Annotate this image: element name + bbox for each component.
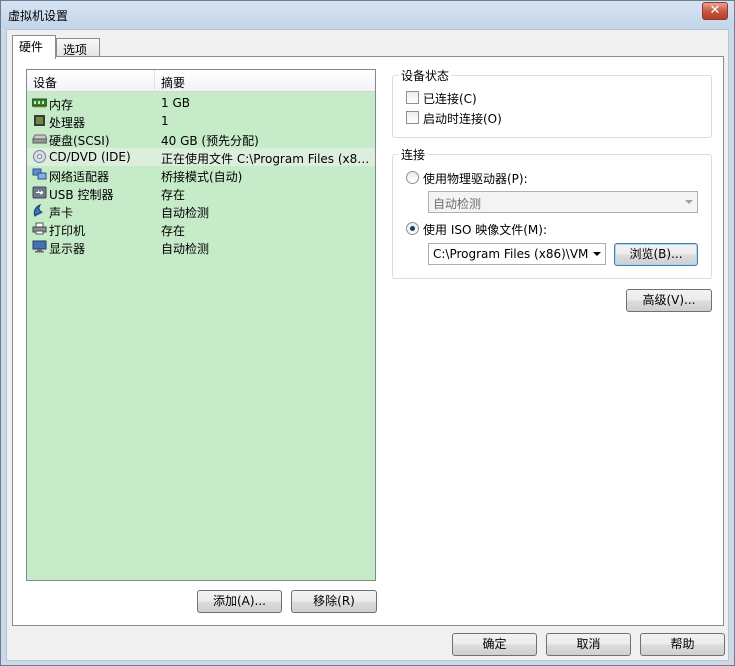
advanced-button[interactable]: 高级(V)... [626,289,712,312]
device-summary: 1 [161,114,169,128]
connect-at-power-on-checkbox[interactable] [406,111,419,124]
device-row-hard-disk[interactable]: 硬盘(SCSI) 40 GB (预先分配) [27,130,375,148]
device-summary: 自动检测 [161,242,210,256]
add-button[interactable]: 添加(A)... [197,590,282,613]
column-divider[interactable] [154,70,155,92]
window-title: 虚拟机设置 [8,9,69,23]
iso-image-radio[interactable] [406,222,419,235]
help-button[interactable]: 帮助 [640,633,725,656]
hard-disk-icon [32,134,47,144]
device-summary: 存在 [161,188,186,202]
device-summary: 正在使用文件 C:\Program Files (x86... [161,152,373,166]
connection-group: 连接 使用物理驱动器(P): 自动检测 使用 ISO 映像文件(M): C:\P… [392,146,712,279]
device-summary: 存在 [161,224,186,238]
device-summary: 40 GB (预先分配) [161,134,259,148]
usb-icon [32,186,47,199]
iso-path-combobox[interactable]: C:\Program Files (x86)\VMw [428,243,606,265]
list-header: 设备 摘要 [27,70,375,92]
physical-drive-select: 自动检测 [428,191,698,213]
device-row-network-adapter[interactable]: 网络适配器 桥接模式(自动) [27,166,375,184]
device-name: 处理器 [49,116,86,130]
vm-settings-window: 虚拟机设置 ✕ 硬件 选项 设备 摘要 内存 1 GB 处理器 1 硬盘(SCS… [0,0,735,666]
chevron-down-icon [685,200,693,204]
device-row-processor[interactable]: 处理器 1 [27,112,375,130]
device-name: 内存 [49,98,74,112]
device-list[interactable]: 设备 摘要 内存 1 GB 处理器 1 硬盘(SCSI) 40 GB (预先分配… [26,69,376,581]
tab-hardware[interactable]: 硬件 [12,35,56,59]
device-summary: 1 GB [161,96,190,110]
iso-image-label[interactable]: 使用 ISO 映像文件(M): [423,221,547,238]
dialog-client: 硬件 选项 设备 摘要 内存 1 GB 处理器 1 硬盘(SCSI) 40 GB… [6,29,729,661]
device-status-title: 设备状态 [399,67,452,84]
device-name: CD/DVD (IDE) [49,150,131,164]
device-name: 网络适配器 [49,170,110,184]
device-name: 硬盘(SCSI) [49,134,110,148]
device-name: 声卡 [49,206,74,220]
tab-options[interactable]: 选项 [56,38,100,58]
physical-drive-label[interactable]: 使用物理驱动器(P): [423,170,528,187]
browse-button[interactable]: 浏览(B)... [614,243,698,266]
printer-icon [32,222,47,235]
display-icon [32,240,47,253]
device-row-display[interactable]: 显示器 自动检测 [27,238,375,256]
column-header-summary[interactable]: 摘要 [161,74,185,91]
connected-checkbox[interactable] [406,91,419,104]
device-row-usb-controller[interactable]: USB 控制器 存在 [27,184,375,202]
device-row-memory[interactable]: 内存 1 GB [27,94,375,112]
connection-title: 连接 [399,146,428,163]
close-button[interactable]: ✕ [702,2,728,20]
physical-drive-value: 自动检测 [433,197,482,211]
chevron-down-icon[interactable] [593,252,601,256]
close-icon: ✕ [709,3,721,18]
ok-button[interactable]: 确定 [452,633,537,656]
cancel-button[interactable]: 取消 [546,633,631,656]
remove-button[interactable]: 移除(R) [291,590,377,613]
connected-label[interactable]: 已连接(C) [423,90,477,107]
column-header-device[interactable]: 设备 [33,74,57,91]
network-adapter-icon [32,168,47,180]
sound-card-icon [33,204,43,217]
device-name: USB 控制器 [49,188,114,202]
device-row-cd-dvd[interactable]: CD/DVD (IDE) 正在使用文件 C:\Program Files (x8… [27,148,375,166]
device-row-sound-card[interactable]: 声卡 自动检测 [27,202,375,220]
memory-icon [32,98,47,108]
device-name: 打印机 [49,224,86,238]
device-row-printer[interactable]: 打印机 存在 [27,220,375,238]
connect-at-power-on-label[interactable]: 启动时连接(O) [423,110,502,127]
device-summary: 桥接模式(自动) [161,170,243,184]
title-bar[interactable]: 虚拟机设置 ✕ [1,1,734,29]
device-status-group: 设备状态 已连接(C) 启动时连接(O) [392,67,712,138]
iso-path-value[interactable]: C:\Program Files (x86)\VMw [433,247,589,261]
physical-drive-radio[interactable] [406,171,419,184]
processor-icon [34,115,45,126]
device-summary: 自动检测 [161,206,210,220]
hardware-tab-panel: 设备 摘要 内存 1 GB 处理器 1 硬盘(SCSI) 40 GB (预先分配… [12,56,724,626]
cd-dvd-icon [33,150,46,163]
device-name: 显示器 [49,242,86,256]
